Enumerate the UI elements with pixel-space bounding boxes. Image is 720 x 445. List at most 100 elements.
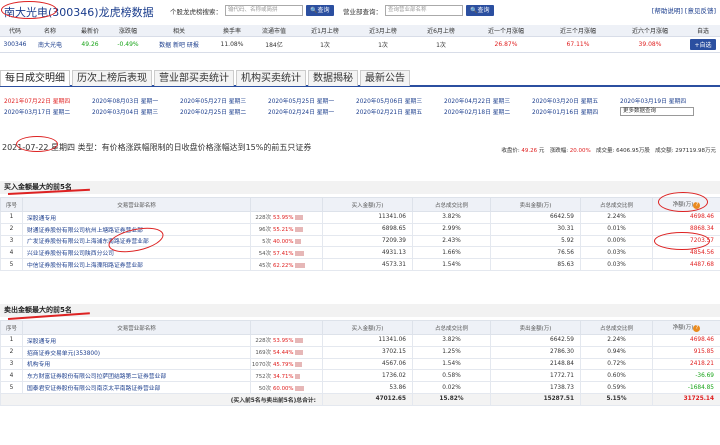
broker-query-button[interactable]: 🔍查询 bbox=[466, 5, 494, 16]
close-label: 收盘价: bbox=[501, 148, 520, 154]
net-amount: 2418.21 bbox=[652, 357, 720, 371]
quote-col-header: 相关 bbox=[146, 25, 212, 37]
date-link[interactable]: 2020年01月16日 星期四 bbox=[532, 107, 620, 116]
broker-stats: 752次 34.71% bbox=[250, 369, 323, 383]
total-value: 5.15% bbox=[580, 392, 653, 406]
sell-ratio: 0.94% bbox=[580, 345, 653, 359]
row-index: 2 bbox=[0, 222, 23, 236]
stock-query-button[interactable]: 🔍查询 bbox=[306, 5, 334, 16]
sell-amount: 76.56 bbox=[490, 246, 581, 260]
tab-1[interactable]: 每日成交明细 bbox=[0, 70, 70, 86]
broker-name-link[interactable]: 深股通专用 bbox=[22, 334, 251, 347]
vol-value: 6406.95万股 bbox=[616, 148, 650, 154]
more-dates-select[interactable]: 更多数据查询 bbox=[620, 107, 694, 116]
tab-6[interactable]: 最新公告 bbox=[360, 70, 410, 86]
quote-add-cell: +自选 bbox=[686, 36, 720, 53]
tab-4[interactable]: 机构买卖统计 bbox=[236, 70, 306, 86]
buy-table: 序号 交易营业部名称 买入金额(万) 占总成交比例 卖出金额(万) 占总成交比例 净额(万)… bbox=[0, 197, 720, 271]
tab-5[interactable]: 数据揭秘 bbox=[308, 70, 358, 86]
date-link[interactable]: 2020年05月25日 星期一 bbox=[268, 96, 356, 105]
listing-count: 228次 bbox=[255, 338, 271, 345]
tab-3[interactable]: 营业部买卖统计 bbox=[154, 70, 234, 86]
buy-amount: 4931.13 bbox=[322, 246, 413, 260]
listing-count: 1070次 bbox=[251, 361, 271, 368]
date-row: 2021年07月22日 星期四 2020年08月03日 星期一 2020年05月27… bbox=[4, 95, 716, 106]
sell-section-title: 卖出金额最大的前5名 bbox=[0, 304, 720, 317]
col-header: 占总成交比例 bbox=[580, 197, 653, 212]
amt-value: 297119.98万元 bbox=[675, 148, 716, 154]
annotation-oval-title bbox=[1, 1, 57, 19]
help-feedback-links[interactable]: [帮助说明] [意见反馈] bbox=[652, 5, 716, 15]
quote-col-header: 换手率 bbox=[212, 25, 252, 37]
stock-query-label: 查询 bbox=[317, 7, 330, 14]
broker-stats: 5次 40.00% bbox=[250, 234, 323, 248]
buy-amount: 53.86 bbox=[322, 381, 413, 394]
date-link[interactable]: 2020年03月04日 星期三 bbox=[92, 107, 180, 116]
sell-amount: 5.92 bbox=[490, 234, 581, 248]
col-header: 占总成交比例 bbox=[580, 320, 653, 335]
quote-col-header: 最新价 bbox=[70, 25, 110, 37]
col-header: 买入金额(万) bbox=[322, 197, 413, 212]
col-header: 占总成交比例 bbox=[412, 320, 491, 335]
sell-amount: 1772.71 bbox=[490, 369, 581, 383]
quote-related-links[interactable]: 数据 新吧 研报 bbox=[146, 36, 212, 53]
buy-ratio: 0.02% bbox=[412, 381, 491, 394]
win-rate: 53.95% bbox=[273, 215, 294, 222]
quote-header-row: 代码 名称 最新价 涨跌幅 相关 换手率 流通市值 近1月上榜 近3月上榜 近6月上榜 近一个月涨幅… bbox=[0, 25, 720, 37]
broker-stats: 45次 62.22% bbox=[250, 258, 323, 271]
annotation-oval-net-value bbox=[654, 232, 710, 250]
quote-col-header: 近3月上榜 bbox=[354, 25, 412, 37]
add-watchlist-button[interactable]: +自选 bbox=[690, 38, 716, 50]
date-link[interactable]: 2020年02月25日 星期二 bbox=[180, 107, 268, 116]
buy-amount: 11341.06 bbox=[322, 211, 413, 224]
col-header bbox=[250, 320, 323, 335]
date-link[interactable]: 2020年03月17日 星期二 bbox=[4, 107, 92, 116]
date-link[interactable]: 2020年03月19日 星期四 bbox=[620, 96, 708, 105]
quote-m1: 1次 bbox=[296, 36, 354, 53]
total-value: 31725.14 bbox=[652, 392, 720, 406]
sell-amount: 2148.84 bbox=[490, 357, 581, 371]
date-link[interactable]: 2020年02月18日 星期二 bbox=[444, 107, 532, 116]
broker-name-link[interactable]: 招商证券交易单元(353800) bbox=[22, 345, 251, 359]
broker-name-link[interactable]: 国泰君安证券股份有限公司南京太平南路证券营业部 bbox=[22, 381, 251, 394]
stock-search: 个股龙虎榜搜索： 输代码、名称或简拼 🔍查询 bbox=[170, 5, 334, 16]
listing-count: 169次 bbox=[255, 350, 271, 357]
date-link[interactable]: 2020年03月20日 星期五 bbox=[532, 96, 620, 105]
row-index: 1 bbox=[0, 334, 23, 347]
date-link[interactable]: 2020年02月21日 星期五 bbox=[356, 107, 444, 116]
total-label: (买入前5名与卖出前5名)总合计: bbox=[0, 392, 323, 406]
date-link[interactable]: 2020年02月24日 星期一 bbox=[268, 107, 356, 116]
top-bar: 南大光电(300346)龙虎榜数据 个股龙虎榜搜索： 输代码、名称或简拼 🔍查询… bbox=[0, 0, 720, 22]
quote-name[interactable]: 南大光电 bbox=[30, 36, 70, 53]
sell-amount: 30.31 bbox=[490, 222, 581, 236]
tab-2[interactable]: 历次上榜后表现 bbox=[72, 70, 152, 86]
date-link[interactable]: 2020年05月27日 星期三 bbox=[180, 96, 268, 105]
broker-name-link[interactable]: 东方财富证券股份有限公司拉萨团结路第二证券营业部 bbox=[22, 369, 251, 383]
date-link[interactable]: 2020年04月22日 星期三 bbox=[444, 96, 532, 105]
sell-ratio: 0.60% bbox=[580, 369, 653, 383]
date-link[interactable]: 2020年08月03日 星期一 bbox=[92, 96, 180, 105]
sell-ratio: 0.03% bbox=[580, 258, 653, 271]
broker-name-link[interactable]: 机构专用 bbox=[22, 357, 251, 371]
date-link[interactable]: 2020年05月06日 星期三 bbox=[356, 96, 444, 105]
col-header: 净额(万)? bbox=[652, 320, 720, 335]
listing-count: 5次 bbox=[262, 238, 271, 245]
broker-search-input[interactable]: 查询营业部名称 bbox=[385, 5, 463, 16]
quote-code[interactable]: 300346 bbox=[0, 36, 30, 53]
broker-stats: 169次 54.44% bbox=[250, 345, 323, 359]
sell-amount: 2786.30 bbox=[490, 345, 581, 359]
listing-count: 752次 bbox=[255, 373, 271, 380]
help-icon[interactable]: ? bbox=[693, 325, 701, 332]
net-amount: 915.85 bbox=[652, 345, 720, 359]
row-index: 3 bbox=[0, 357, 23, 371]
stock-search-input[interactable]: 输代码、名称或简拼 bbox=[225, 5, 303, 16]
sell-amount: 6642.59 bbox=[490, 211, 581, 224]
win-rate-bar bbox=[294, 385, 305, 391]
date-link[interactable]: 2021年07月22日 星期四 bbox=[4, 96, 92, 105]
broker-name-link[interactable]: 深股通专用 bbox=[22, 211, 251, 224]
broker-name-link[interactable]: 中信证券股份有限公司上海溧阳路证券营业部 bbox=[22, 258, 251, 271]
quote-col-header: 近1月上榜 bbox=[296, 25, 354, 37]
buy-ratio: 1.54% bbox=[412, 258, 491, 271]
table-header-row: 序号 交易营业部名称 买入金额(万) 占总成交比例 卖出金额(万) 占总成交比例 净额(万)… bbox=[0, 320, 720, 335]
row-index: 5 bbox=[0, 258, 23, 271]
